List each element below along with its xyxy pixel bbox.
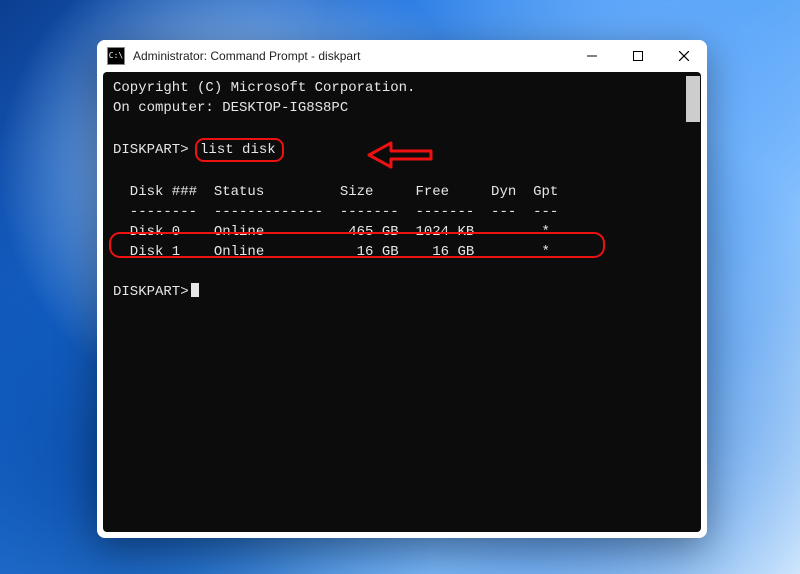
table-row: Disk 1 Online 16 GB 16 GB * xyxy=(113,242,691,262)
copyright-line: Copyright (C) Microsoft Corporation. xyxy=(113,78,691,98)
table-row: Disk 0 Online 465 GB 1024 KB * xyxy=(113,222,691,242)
computer-line: On computer: DESKTOP-IG8S8PC xyxy=(113,98,691,118)
cursor-icon xyxy=(191,283,199,297)
close-button[interactable] xyxy=(661,40,707,72)
maximize-button[interactable] xyxy=(615,40,661,72)
terminal-output[interactable]: Copyright (C) Microsoft Corporation. On … xyxy=(103,72,701,532)
blank-line xyxy=(113,162,691,182)
window-title: Administrator: Command Prompt - diskpart xyxy=(133,49,360,63)
command-prompt-window: C:\ Administrator: Command Prompt - disk… xyxy=(97,40,707,538)
scrollbar-thumb[interactable] xyxy=(686,76,700,122)
table-divider: -------- ------------- ------- ------- -… xyxy=(113,202,691,222)
diskpart-prompt-idle: DISKPART> xyxy=(113,282,691,302)
command-highlight-box: list disk xyxy=(195,138,284,162)
cmd-icon: C:\ xyxy=(107,47,125,65)
prompt-command-line: DISKPART> list disk xyxy=(113,138,691,162)
minimize-button[interactable] xyxy=(569,40,615,72)
blank-line xyxy=(113,262,691,282)
titlebar[interactable]: C:\ Administrator: Command Prompt - disk… xyxy=(97,40,707,72)
typed-command: list disk xyxy=(200,142,276,158)
diskpart-prompt: DISKPART> xyxy=(113,142,189,158)
table-header: Disk ### Status Size Free Dyn Gpt xyxy=(113,182,691,202)
blank-line xyxy=(113,118,691,138)
